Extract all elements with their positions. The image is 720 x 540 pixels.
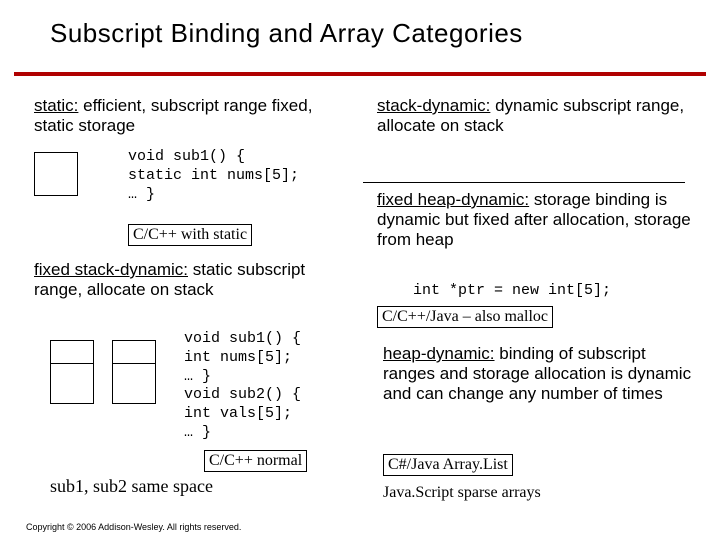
heap-dynamic-caption-2: Java.Script sparse arrays <box>383 484 541 502</box>
right-divider <box>363 182 685 183</box>
fixed-heap-caption: C/C++/Java – also malloc <box>377 306 553 328</box>
static-em: static: <box>34 96 78 115</box>
right-column: stack-dynamic: dynamic subscript range, … <box>363 96 709 140</box>
static-code: void sub1() { static int nums[5]; … } <box>128 148 299 204</box>
heap-dynamic-em: heap-dynamic: <box>383 344 495 363</box>
fixed-heap-code: int *ptr = new int[5]; <box>413 282 611 301</box>
footer-copyright: Copyright © 2006 Addison-Wesley. All rig… <box>26 522 241 532</box>
page-title: Subscript Binding and Array Categories <box>50 18 690 49</box>
fixed-stack-caption: C/C++ normal <box>204 450 307 472</box>
fixed-stack-code: void sub1() { int nums[5]; … } void sub2… <box>184 330 301 443</box>
stack-dynamic-em: stack-dynamic: <box>377 96 490 115</box>
static-caption: C/C++ with static <box>128 224 252 246</box>
title-rule <box>14 72 706 76</box>
fixed-stack-diagram-1 <box>50 340 94 404</box>
heap-dynamic-caption-1: C#/Java Array.List <box>383 454 513 476</box>
fixed-heap-desc: fixed heap-dynamic: storage binding is d… <box>363 190 699 250</box>
fixed-stack-diagram-2-line <box>113 363 155 364</box>
fixed-stack-diagram-1-line <box>51 363 93 364</box>
fixed-heap-em: fixed heap-dynamic: <box>377 190 529 209</box>
left-column: static: efficient, subscript range fixed… <box>20 96 350 140</box>
static-desc: static: efficient, subscript range fixed… <box>20 96 350 136</box>
stack-dynamic-desc: stack-dynamic: dynamic subscript range, … <box>363 96 709 136</box>
fixed-stack-diagram-2 <box>112 340 156 404</box>
fixed-stack-note: sub1, sub2 same space <box>50 476 213 497</box>
slide: Subscript Binding and Array Categories s… <box>0 0 720 540</box>
fixed-stack-desc: fixed stack-dynamic: static subscript ra… <box>20 260 350 300</box>
fixed-stack-em: fixed stack-dynamic: <box>34 260 188 279</box>
static-diagram <box>34 152 78 196</box>
heap-dynamic-desc: heap-dynamic: binding of subscript range… <box>369 344 699 404</box>
